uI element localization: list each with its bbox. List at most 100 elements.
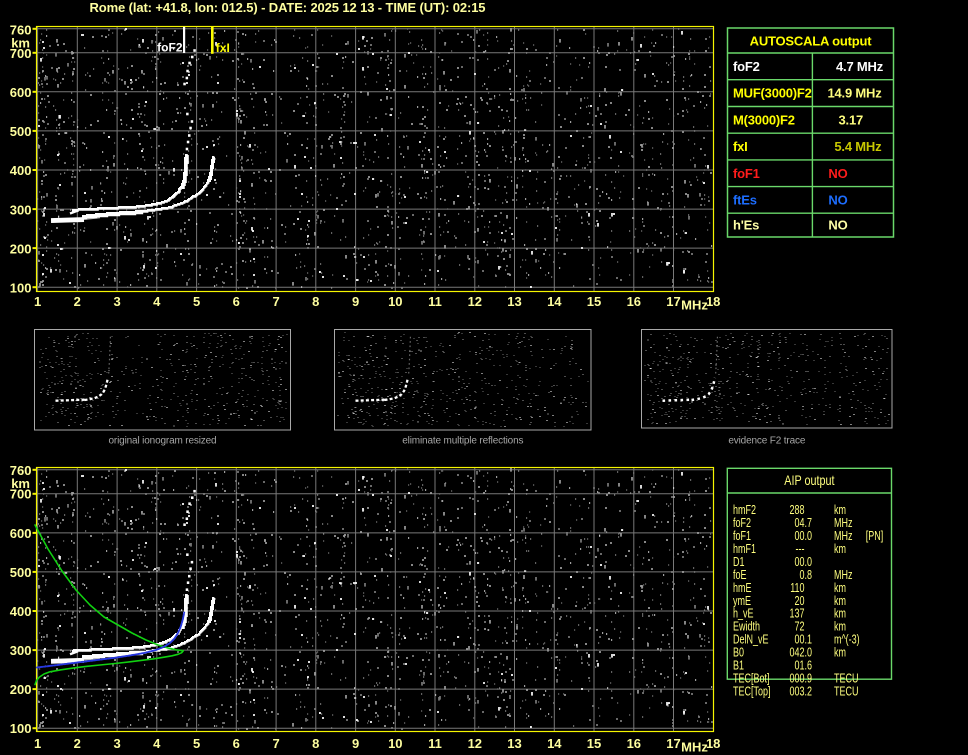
svg-text:km: km xyxy=(834,646,846,660)
svg-text:1: 1 xyxy=(34,294,41,309)
svg-text:D1: D1 xyxy=(733,556,744,570)
svg-text:000: 000 xyxy=(790,672,805,686)
svg-text:110: 110 xyxy=(790,581,804,595)
svg-text:11: 11 xyxy=(428,736,442,751)
svg-text:.2: .2 xyxy=(805,685,813,699)
svg-text:700: 700 xyxy=(10,46,32,61)
svg-text:10: 10 xyxy=(388,294,402,309)
svg-text:foF2: foF2 xyxy=(733,517,751,531)
svg-text:00: 00 xyxy=(795,530,805,544)
svg-text:foF2: foF2 xyxy=(157,41,183,55)
svg-text:km: km xyxy=(834,504,846,518)
svg-text:8: 8 xyxy=(312,294,319,309)
svg-text:[PN]: [PN] xyxy=(866,530,883,544)
svg-text:MHz: MHz xyxy=(834,517,852,531)
svg-text:km: km xyxy=(834,620,846,634)
svg-text:0: 0 xyxy=(800,569,805,583)
svg-text:003: 003 xyxy=(790,685,805,699)
svg-text:km: km xyxy=(834,607,846,621)
svg-text:9: 9 xyxy=(352,294,359,309)
svg-text:MHz: MHz xyxy=(834,569,852,583)
svg-text:15: 15 xyxy=(587,736,601,751)
svg-text:.6: .6 xyxy=(805,659,813,673)
svg-text:.1: .1 xyxy=(805,633,813,647)
svg-text:hmE: hmE xyxy=(733,581,751,595)
svg-text:km: km xyxy=(834,581,846,595)
svg-text:00: 00 xyxy=(795,633,805,647)
svg-text:4: 4 xyxy=(153,294,161,309)
svg-text:TEC[Bot]: TEC[Bot] xyxy=(733,672,769,686)
svg-text:B0: B0 xyxy=(733,646,744,660)
svg-text:3.17: 3.17 xyxy=(839,113,864,128)
svg-text:DelN_vE: DelN_vE xyxy=(733,633,768,647)
svg-text:---: --- xyxy=(796,543,805,557)
svg-text:hmF2: hmF2 xyxy=(733,504,756,518)
svg-text:9: 9 xyxy=(352,736,359,751)
svg-text:foF1: foF1 xyxy=(733,530,751,544)
svg-text:01: 01 xyxy=(795,659,805,673)
svg-text:km: km xyxy=(834,543,846,557)
svg-text:3: 3 xyxy=(113,294,120,309)
svg-text:h'Es: h'Es xyxy=(733,218,759,233)
svg-text:500: 500 xyxy=(10,565,32,580)
svg-text:3: 3 xyxy=(113,736,120,751)
svg-text:NO: NO xyxy=(828,218,847,233)
svg-text:TECU: TECU xyxy=(834,672,859,686)
svg-text:5.4 MHz: 5.4 MHz xyxy=(834,139,882,154)
svg-text:Rome (lat: +41.8, lon: 012.5): Rome (lat: +41.8, lon: 012.5) - DATE: 20… xyxy=(90,0,486,15)
svg-text:m^(-3): m^(-3) xyxy=(834,633,860,647)
svg-text:100: 100 xyxy=(10,280,32,295)
svg-text:MUF(3000)F2: MUF(3000)F2 xyxy=(733,86,812,101)
svg-text:M(3000)F2: M(3000)F2 xyxy=(733,113,795,128)
svg-text:foE: foE xyxy=(733,569,746,583)
svg-text:h_vE: h_vE xyxy=(733,607,753,621)
svg-text:2: 2 xyxy=(74,294,81,309)
svg-text:NO: NO xyxy=(828,166,847,181)
svg-text:fxI: fxI xyxy=(733,139,748,154)
svg-text:MHz: MHz xyxy=(834,530,852,544)
svg-text:12: 12 xyxy=(468,736,482,751)
svg-text:AUTOSCALA output: AUTOSCALA output xyxy=(750,34,873,49)
svg-text:18: 18 xyxy=(706,736,720,751)
svg-text:.7: .7 xyxy=(805,517,813,531)
svg-text:17: 17 xyxy=(666,736,680,751)
svg-text:5: 5 xyxy=(193,736,200,751)
svg-text:10: 10 xyxy=(388,736,402,751)
svg-text:14: 14 xyxy=(547,736,562,751)
svg-text:200: 200 xyxy=(10,682,32,697)
svg-text:04: 04 xyxy=(795,517,805,531)
svg-text:2: 2 xyxy=(74,736,81,751)
svg-text:B1: B1 xyxy=(733,659,744,673)
svg-text:20: 20 xyxy=(795,594,805,608)
svg-text:300: 300 xyxy=(10,643,32,658)
svg-text:NO: NO xyxy=(828,193,847,208)
svg-text:AIP output: AIP output xyxy=(784,473,835,488)
svg-text:ftEs: ftEs xyxy=(733,193,757,208)
svg-text:.0: .0 xyxy=(805,556,813,570)
svg-text:13: 13 xyxy=(507,294,521,309)
svg-text:600: 600 xyxy=(10,526,32,541)
svg-text:15: 15 xyxy=(587,294,601,309)
svg-text:1: 1 xyxy=(34,736,41,751)
svg-text:12: 12 xyxy=(468,294,482,309)
svg-text:17: 17 xyxy=(666,294,680,309)
svg-text:hmF1: hmF1 xyxy=(733,543,756,557)
svg-text:6: 6 xyxy=(233,736,240,751)
svg-text:.8: .8 xyxy=(805,569,813,583)
svg-text:MHz: MHz xyxy=(681,740,708,755)
svg-text:700: 700 xyxy=(10,487,32,502)
svg-text:8: 8 xyxy=(312,736,319,751)
svg-text:5: 5 xyxy=(193,294,200,309)
svg-text:original ionogram resized: original ionogram resized xyxy=(109,436,217,447)
svg-text:14: 14 xyxy=(547,294,562,309)
svg-text:00: 00 xyxy=(795,556,805,570)
svg-text:.0: .0 xyxy=(805,646,813,660)
svg-text:km: km xyxy=(834,594,846,608)
svg-text:4.7 MHz: 4.7 MHz xyxy=(836,59,884,74)
svg-text:MHz: MHz xyxy=(681,297,708,312)
svg-text:ymE: ymE xyxy=(733,594,751,608)
svg-text:evidence F2 trace: evidence F2 trace xyxy=(728,436,806,447)
svg-text:4: 4 xyxy=(153,736,161,751)
svg-text:11: 11 xyxy=(428,294,442,309)
svg-text:7: 7 xyxy=(272,736,279,751)
